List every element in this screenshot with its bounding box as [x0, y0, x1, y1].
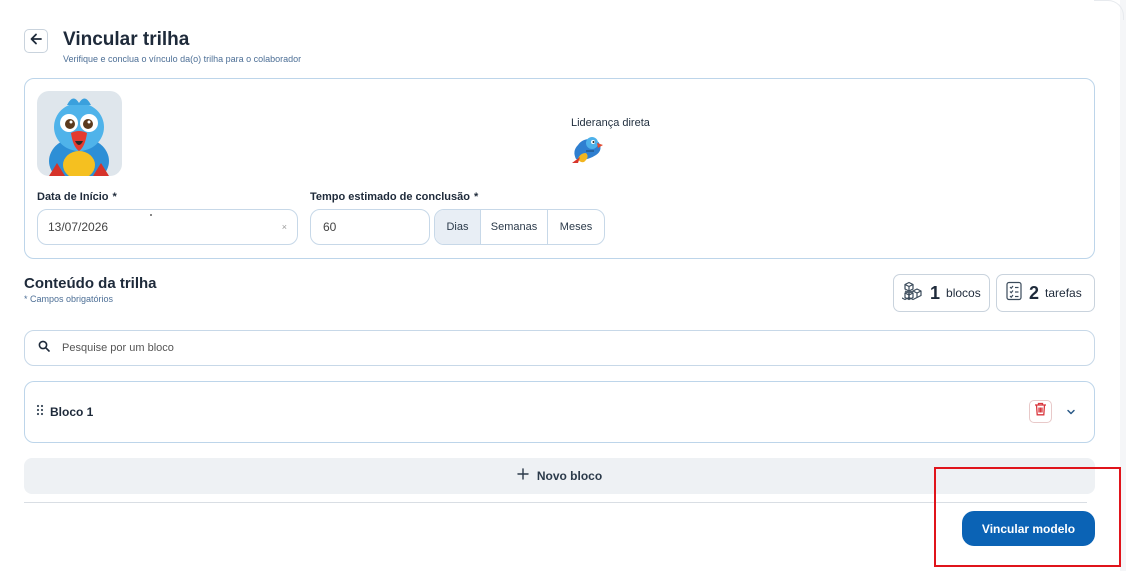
content-section-title: Conteúdo da trilha	[24, 275, 157, 292]
duration-field[interactable]: 60	[310, 209, 430, 245]
page: Vincular trilha Verifique e conclua o ví…	[0, 0, 1126, 571]
start-date-label: Data de Início *	[37, 191, 117, 203]
search-icon	[38, 339, 50, 357]
unit-days-button[interactable]: Dias	[435, 210, 481, 244]
blocks-count: 1	[930, 282, 941, 303]
tasks-count-label: tarefas	[1045, 286, 1082, 300]
back-button[interactable]	[24, 29, 48, 53]
tasks-count-badge: 2 tarefas	[996, 274, 1095, 312]
block-title: Bloco 1	[50, 405, 94, 419]
chevron-down-icon[interactable]	[1065, 405, 1077, 423]
blocks-count-badge: 1 blocos	[893, 274, 990, 312]
block-search-input[interactable]: Pesquise por um bloco	[24, 330, 1095, 366]
annotation-highlight-box	[934, 467, 1121, 567]
collaborator-card: Liderança direta Data de Início * 13/07/2…	[24, 78, 1095, 259]
unit-weeks-button[interactable]: Semanas	[481, 210, 548, 244]
new-block-label: Novo bloco	[536, 469, 603, 483]
checklist-icon	[1005, 281, 1023, 306]
start-date-label-text: Data de Início	[37, 191, 109, 203]
page-subtitle: Verifique e conclua o vínculo da(o) tril…	[63, 54, 302, 64]
blocks-count-label: blocos	[946, 286, 981, 300]
duration-label: Tempo estimado de conclusão *	[310, 191, 478, 203]
arrow-left-icon	[29, 32, 43, 51]
plus-icon	[517, 467, 529, 485]
collaborator-avatar	[37, 91, 122, 176]
start-date-value: 13/07/2026	[48, 220, 109, 234]
delete-block-button[interactable]	[1029, 400, 1052, 423]
required-mark: *	[112, 191, 117, 203]
footer-divider	[24, 502, 1087, 503]
clear-date-icon[interactable]: ×	[282, 222, 287, 232]
block-item[interactable]: Bloco 1	[24, 381, 1095, 443]
required-fields-note: * Campos obrigatórios	[24, 294, 114, 304]
cubes-icon	[900, 281, 924, 306]
leader-label: Liderança direta	[571, 117, 650, 129]
duration-value: 60	[323, 220, 337, 234]
required-mark: *	[473, 191, 479, 203]
duration-unit-toggle: Dias Semanas Meses	[434, 209, 605, 245]
leader-avatar	[568, 129, 606, 167]
start-date-field[interactable]: 13/07/2026 ×	[37, 209, 298, 245]
unit-months-button[interactable]: Meses	[548, 210, 604, 244]
trash-icon	[1034, 402, 1047, 421]
search-placeholder: Pesquise por um bloco	[62, 342, 174, 354]
drag-handle-icon[interactable]	[36, 404, 44, 419]
duration-label-text: Tempo estimado de conclusão	[310, 191, 470, 203]
page-title: Vincular trilha	[63, 29, 190, 50]
tasks-count: 2	[1029, 282, 1040, 303]
